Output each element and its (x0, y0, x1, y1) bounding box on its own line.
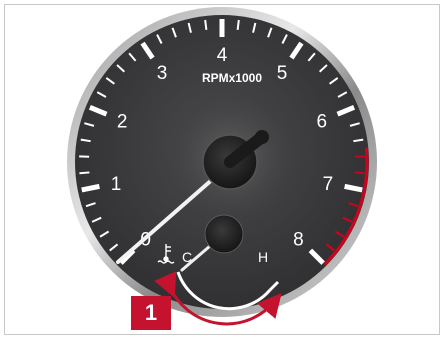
temperature-hot-label: H (258, 249, 268, 265)
minor-tick (204, 19, 208, 31)
minor-tick (236, 19, 240, 31)
gauge-numeral-7: 7 (323, 174, 334, 195)
tachometer-gauge: 012345678 RPMx1000 C H (67, 7, 377, 326)
gauge-numeral-5: 5 (277, 63, 288, 84)
callout-badge: 1 (131, 296, 171, 330)
temperature-hub (204, 214, 244, 254)
major-tick (344, 183, 363, 193)
gauge-numeral-3: 3 (157, 63, 168, 84)
gauge-numeral-1: 1 (111, 174, 122, 195)
minor-tick (354, 171, 365, 175)
gauge-numeral-4: 4 (217, 45, 228, 66)
minor-tick (79, 171, 90, 175)
gauge-numeral-2: 2 (117, 112, 128, 133)
major-tick (81, 183, 100, 193)
gauge-numeral-8: 8 (293, 229, 304, 250)
gauge-numeral-6: 6 (316, 112, 327, 133)
unit-label: RPMx1000 (202, 71, 262, 85)
